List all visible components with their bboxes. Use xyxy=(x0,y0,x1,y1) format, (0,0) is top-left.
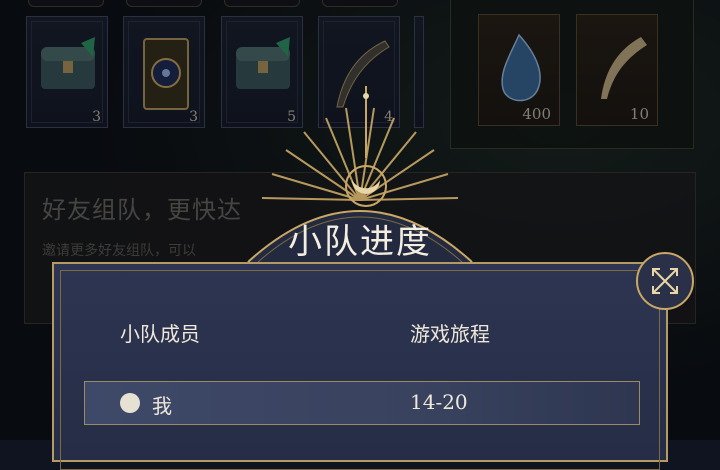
close-button[interactable] xyxy=(634,250,696,312)
user-avatar-icon xyxy=(120,393,140,413)
column-header-member: 小队成员 xyxy=(120,322,200,346)
member-progress: 14-20 xyxy=(410,390,468,414)
column-header-progress: 游戏旅程 xyxy=(410,322,490,346)
team-progress-modal xyxy=(52,262,668,470)
modal-title: 小队进度 xyxy=(288,222,432,262)
member-name: 我 xyxy=(152,394,172,418)
